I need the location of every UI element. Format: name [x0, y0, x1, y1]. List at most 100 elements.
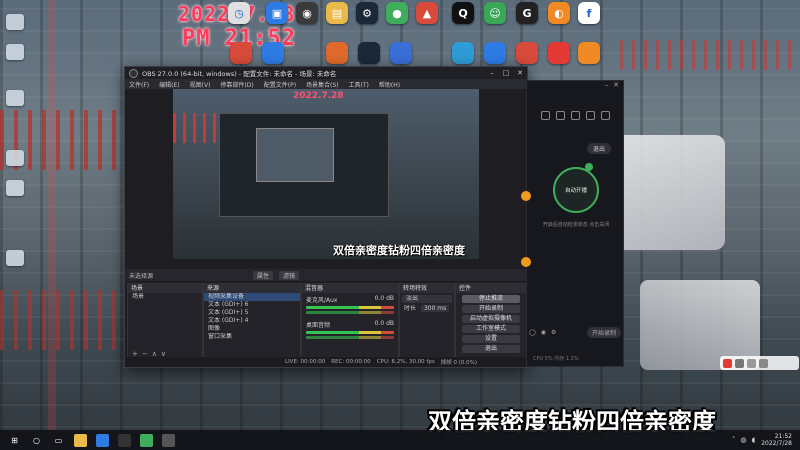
sources-dock: 来源 视频采集设备 文本 (GDI+) 6 文本 (GDI+) 5 文本 (GD… [203, 283, 301, 361]
brand-mic-icon[interactable] [747, 358, 756, 368]
gift-icon[interactable] [540, 111, 550, 120]
desktop-app-icon[interactable] [390, 42, 412, 64]
qq-icon[interactable]: Q [452, 2, 474, 24]
desktop-app-icon[interactable] [578, 42, 600, 64]
network-icon[interactable]: ◍ [740, 436, 746, 444]
maximize-icon[interactable]: □ [499, 69, 513, 77]
record-icon[interactable] [570, 111, 580, 120]
game-app-icon[interactable]: ▲ [416, 2, 438, 24]
transition-select[interactable]: 淡出 [402, 295, 452, 303]
desktop-app-icon[interactable] [548, 42, 570, 64]
side-tab-icon[interactable] [521, 191, 531, 201]
stop-streaming-button[interactable]: 停止推流 [462, 295, 520, 303]
bell-icon[interactable] [585, 111, 595, 120]
virtual-camera-button[interactable]: 启动虚拟摄像机 [462, 315, 520, 323]
app-taskbar-icon[interactable] [162, 433, 175, 447]
obs-window: OBS 27.0.0 (64-bit, windows) - 配置文件: 未命名… [124, 66, 528, 368]
share-icon[interactable] [600, 111, 610, 120]
side-tab-icon[interactable] [521, 257, 531, 267]
menu-edit[interactable]: 编辑(E) [159, 80, 179, 89]
camera-app-icon[interactable]: ◉ [296, 2, 318, 24]
search-icon[interactable]: ○ [30, 434, 43, 447]
menu-tools[interactable]: 工具(T) [349, 80, 369, 89]
close-icon[interactable]: ✕ [613, 81, 619, 91]
desktop-icon-left-1[interactable] [6, 14, 24, 30]
recorder-taskbar-icon[interactable] [140, 433, 153, 447]
clock-app-icon[interactable]: ◷ [228, 2, 250, 24]
browser-icon[interactable]: f [578, 2, 600, 24]
desktop-app-icon[interactable] [358, 42, 380, 64]
task-view-icon[interactable]: ▭ [52, 434, 65, 447]
eye-icon[interactable]: ◉ [541, 329, 546, 336]
desktop-icon-left-2[interactable] [6, 44, 24, 60]
desktop-app-icon[interactable] [452, 42, 474, 64]
steam-icon[interactable]: ⚙ [356, 2, 378, 24]
brand-moon-icon[interactable] [735, 358, 744, 368]
desktop-icon-left-5[interactable] [6, 180, 24, 196]
obs-titlebar[interactable]: OBS 27.0.0 (64-bit, windows) - 配置文件: 未命名… [125, 67, 527, 79]
recorder-exit-button[interactable]: 退出 [586, 143, 611, 154]
lock-icon[interactable] [555, 111, 565, 120]
desktop-icon-left-3[interactable] [6, 90, 24, 106]
menu-profile[interactable]: 配置文件(P) [264, 80, 296, 89]
settings-button[interactable]: 设置 [462, 335, 520, 343]
close-icon[interactable]: ✕ [513, 69, 527, 77]
menu-help[interactable]: 帮助(H) [379, 80, 400, 89]
auto-start-button[interactable]: 自动开播 [553, 167, 599, 213]
chevron-up-icon[interactable]: ˄ [732, 436, 736, 444]
menu-view[interactable]: 视图(V) [190, 80, 211, 89]
chat-icon[interactable]: ◯ [529, 329, 536, 336]
desktop-app-icon[interactable] [262, 42, 284, 64]
status-rec: REC: 00:00:00 [331, 359, 371, 365]
volume-slider[interactable] [306, 311, 394, 314]
gear-icon[interactable]: ⚙ [551, 329, 556, 336]
obs-preview[interactable]: 2022.7.28 双倍亲密度钻粉四倍亲密度 [173, 89, 479, 259]
duration-input[interactable]: 300 ms [420, 305, 450, 312]
desktop-icon-left-4[interactable] [6, 150, 24, 166]
minimize-icon[interactable]: – [605, 81, 609, 91]
source-item[interactable]: 图像 [204, 325, 300, 333]
minimize-icon[interactable]: – [485, 69, 499, 77]
source-item[interactable]: 窗口采集 [204, 333, 300, 341]
recorder-toolbar [527, 111, 623, 120]
file-explorer-icon[interactable] [74, 433, 87, 447]
orange-app-icon[interactable]: ◐ [548, 2, 570, 24]
scene-item[interactable]: 场景 [128, 293, 202, 301]
desktop-app-icon[interactable] [484, 42, 506, 64]
source-item[interactable]: 文本 (GDI+) 4 [204, 317, 300, 325]
source-toolbar: 未选择源 属性 滤镜 [125, 269, 527, 281]
transitions-header: 转场特效 [400, 284, 454, 293]
tray-brand-toolbar[interactable] [720, 356, 799, 370]
filters-button[interactable]: 滤镜 [279, 270, 300, 280]
brand-s-icon[interactable] [723, 358, 732, 368]
desktop-app-icon[interactable] [326, 42, 348, 64]
menu-docks[interactable]: 停靠部件(D) [220, 80, 253, 89]
app-taskbar-icon[interactable] [96, 433, 109, 447]
recorder-note: 开启后自动检测状态 点击关闭 [542, 222, 610, 228]
start-recording-button[interactable]: 开始录制 [462, 305, 520, 313]
taskbar-clock[interactable]: 21:52 2022/7/28 [761, 433, 792, 447]
status-dropped: 掉帧 0 (0.0%) [440, 360, 477, 366]
desktop-icon-left-6[interactable] [6, 250, 24, 266]
studio-mode-button[interactable]: 工作室模式 [462, 325, 520, 333]
windows-start-icon[interactable]: ⊞ [8, 434, 21, 447]
desktop-app-icon[interactable] [230, 42, 252, 64]
photo-app-icon[interactable]: ▣ [266, 2, 288, 24]
g-app-icon[interactable]: G [516, 2, 538, 24]
start-record-pill[interactable]: 开始录制 [586, 327, 621, 338]
brand-keyboard-icon[interactable] [759, 358, 768, 368]
source-item[interactable]: 文本 (GDI+) 5 [204, 309, 300, 317]
menu-scene-collection[interactable]: 场景集合(S) [306, 80, 339, 89]
folder-icon[interactable]: ▤ [326, 2, 348, 24]
source-item[interactable]: 视频采集设备 [204, 293, 300, 301]
recorder-app-icon[interactable]: ● [386, 2, 408, 24]
obs-taskbar-icon[interactable] [118, 433, 131, 447]
exit-button[interactable]: 退出 [462, 345, 520, 353]
volume-icon[interactable]: ◖ [752, 436, 756, 444]
chat-app-icon[interactable]: ☺ [484, 2, 506, 24]
source-item[interactable]: 文本 (GDI+) 6 [204, 301, 300, 309]
volume-slider[interactable] [306, 336, 394, 339]
menu-file[interactable]: 文件(F) [129, 80, 149, 89]
properties-button[interactable]: 属性 [253, 270, 274, 280]
desktop-app-icon[interactable] [516, 42, 538, 64]
